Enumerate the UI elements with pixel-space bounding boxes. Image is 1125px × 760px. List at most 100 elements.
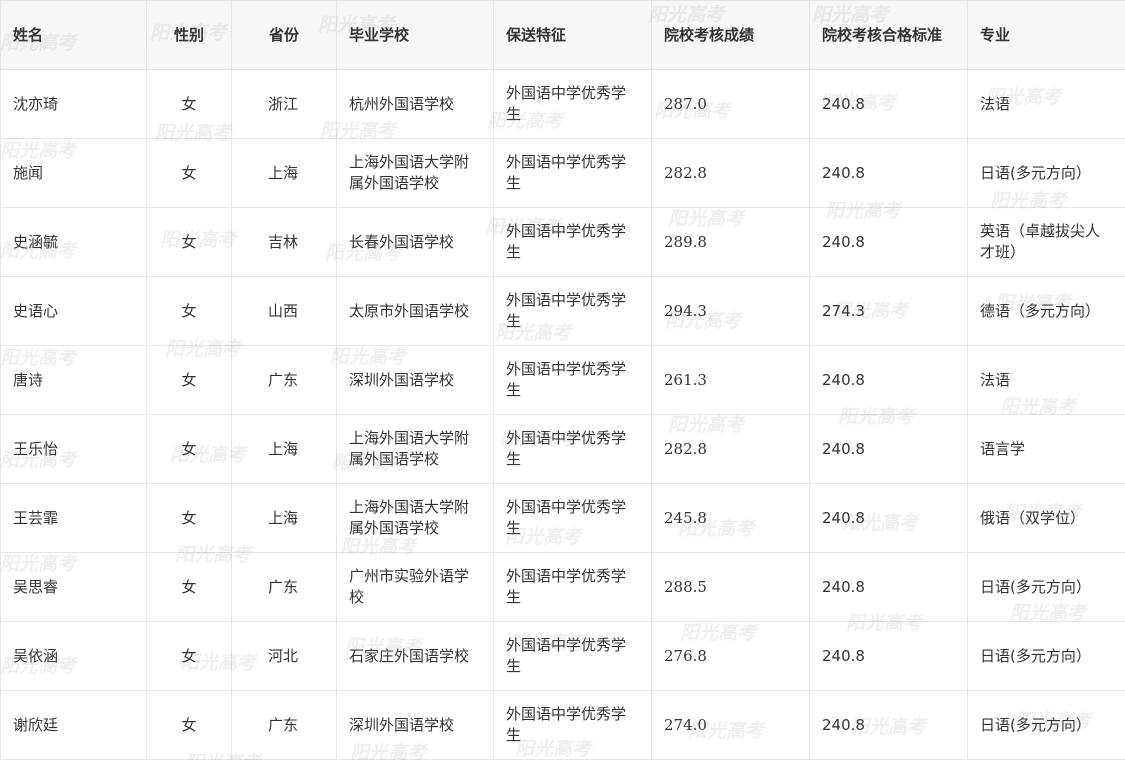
cell-standard: 240.8 [809, 69, 968, 139]
column-header-gender: 性别 [146, 0, 232, 70]
cell-province: 上海 [231, 138, 337, 208]
admission-table: 姓名 性别 省份 毕业学校 保送特征 院校考核成绩 院校考核合格标准 专业 沈亦琦女浙江 杭州外… [0, 0, 1125, 760]
admission-table-container: 姓名 性别 省份 毕业学校 保送特征 院校考核成绩 院校考核合格标准 专业 沈亦琦女浙江 杭州外… [0, 0, 1125, 760]
cell-feature: 外国语中学优秀学生 [493, 690, 652, 760]
cell-standard: 274.3 [809, 276, 968, 346]
cell-school: 石家庄外国语学校 [336, 621, 494, 691]
column-header-school: 毕业学校 [336, 0, 494, 70]
cell-feature: 外国语中学优秀学生 [493, 345, 652, 415]
column-header-score: 院校考核成绩 [651, 0, 810, 70]
cell-gender: 女 [146, 552, 232, 622]
cell-school: 长春外国语学校 [336, 207, 494, 277]
cell-score: 287.0 [651, 69, 810, 139]
cell-standard: 240.8 [809, 552, 968, 622]
cell-major: 日语(多元方向） [967, 690, 1125, 760]
cell-score: 282.8 [651, 138, 810, 208]
cell-gender: 女 [146, 414, 232, 484]
cell-name: 史语心 [0, 276, 147, 346]
cell-score: 274.0 [651, 690, 810, 760]
cell-score: 288.5 [651, 552, 810, 622]
cell-gender: 女 [146, 138, 232, 208]
cell-score: 289.8 [651, 207, 810, 277]
table-row: 史涵毓女吉林 长春外国语学校 外国语中学优秀学生 289.8 240.8 英语（卓越拔尖人… [0, 207, 1125, 277]
cell-standard: 240.8 [809, 207, 968, 277]
cell-gender: 女 [146, 276, 232, 346]
cell-score: 282.8 [651, 414, 810, 484]
table-row: 谢欣廷女广东 深圳外国语学校 外国语中学优秀学生 274.0 240.8 日语(多元方向） [0, 690, 1125, 760]
cell-gender: 女 [146, 621, 232, 691]
cell-gender: 女 [146, 483, 232, 553]
cell-province: 上海 [231, 483, 337, 553]
cell-standard: 240.8 [809, 483, 968, 553]
cell-standard: 240.8 [809, 621, 968, 691]
cell-feature: 外国语中学优秀学生 [493, 552, 652, 622]
table-row: 王芸霏女上海 上海外国语大学附属外国语学校 外国语中学优秀学生 245.8 240.8 俄… [0, 483, 1125, 553]
cell-feature: 外国语中学优秀学生 [493, 483, 652, 553]
table-row: 吴思睿女广东 广州市实验外语学校 外国语中学优秀学生 288.5 240.8 日语(多元方… [0, 552, 1125, 622]
cell-name: 史涵毓 [0, 207, 147, 277]
cell-province: 广东 [231, 690, 337, 760]
cell-name: 王乐怡 [0, 414, 147, 484]
cell-score: 245.8 [651, 483, 810, 553]
cell-name: 施闻 [0, 138, 147, 208]
cell-feature: 外国语中学优秀学生 [493, 69, 652, 139]
cell-name: 吴思睿 [0, 552, 147, 622]
cell-school: 太原市外国语学校 [336, 276, 494, 346]
cell-standard: 240.8 [809, 345, 968, 415]
column-header-province: 省份 [231, 0, 337, 70]
cell-major: 德语（多元方向） [967, 276, 1125, 346]
table-row: 吴依涵女河北 石家庄外国语学校 外国语中学优秀学生 276.8 240.8 日语(多元方向… [0, 621, 1125, 691]
cell-province: 广东 [231, 345, 337, 415]
table-row: 史语心女山西 太原市外国语学校 外国语中学优秀学生 294.3 274.3 德语（多元方向… [0, 276, 1125, 346]
cell-province: 吉林 [231, 207, 337, 277]
cell-major: 日语(多元方向） [967, 138, 1125, 208]
cell-province: 上海 [231, 414, 337, 484]
cell-school: 深圳外国语学校 [336, 690, 494, 760]
cell-province: 山西 [231, 276, 337, 346]
cell-standard: 240.8 [809, 690, 968, 760]
cell-standard: 240.8 [809, 414, 968, 484]
cell-score: 294.3 [651, 276, 810, 346]
cell-major: 英语（卓越拔尖人才班） [967, 207, 1125, 277]
cell-school: 上海外国语大学附属外国语学校 [336, 414, 494, 484]
cell-school: 上海外国语大学附属外国语学校 [336, 483, 494, 553]
column-header-standard: 院校考核合格标准 [809, 0, 968, 70]
table-header-row: 姓名 性别 省份 毕业学校 保送特征 院校考核成绩 院校考核合格标准 专业 [0, 0, 1125, 70]
cell-major: 法语 [967, 69, 1125, 139]
table-body: 沈亦琦女浙江 杭州外国语学校 外国语中学优秀学生 287.0 240.8 法语 施闻女上海上… [0, 69, 1125, 760]
column-header-feature: 保送特征 [493, 0, 652, 70]
cell-feature: 外国语中学优秀学生 [493, 414, 652, 484]
table-row: 沈亦琦女浙江 杭州外国语学校 外国语中学优秀学生 287.0 240.8 法语 [0, 69, 1125, 139]
cell-name: 唐诗 [0, 345, 147, 415]
cell-name: 沈亦琦 [0, 69, 147, 139]
cell-gender: 女 [146, 690, 232, 760]
cell-major: 日语(多元方向） [967, 552, 1125, 622]
cell-major: 日语(多元方向） [967, 621, 1125, 691]
table-row: 施闻女上海 上海外国语大学附属外国语学校 外国语中学优秀学生 282.8 240.8 日语… [0, 138, 1125, 208]
cell-province: 广东 [231, 552, 337, 622]
cell-gender: 女 [146, 207, 232, 277]
cell-major: 法语 [967, 345, 1125, 415]
cell-province: 河北 [231, 621, 337, 691]
cell-major: 俄语（双学位） [967, 483, 1125, 553]
cell-major: 语言学 [967, 414, 1125, 484]
cell-feature: 外国语中学优秀学生 [493, 276, 652, 346]
table-row: 唐诗女广东 深圳外国语学校 外国语中学优秀学生 261.3 240.8 法语 [0, 345, 1125, 415]
cell-feature: 外国语中学优秀学生 [493, 621, 652, 691]
cell-name: 吴依涵 [0, 621, 147, 691]
column-header-major: 专业 [967, 0, 1125, 70]
cell-province: 浙江 [231, 69, 337, 139]
table-row: 王乐怡女上海 上海外国语大学附属外国语学校 外国语中学优秀学生 282.8 240.8 语… [0, 414, 1125, 484]
cell-gender: 女 [146, 345, 232, 415]
column-header-name: 姓名 [0, 0, 147, 70]
cell-school: 深圳外国语学校 [336, 345, 494, 415]
cell-name: 谢欣廷 [0, 690, 147, 760]
cell-school: 上海外国语大学附属外国语学校 [336, 138, 494, 208]
cell-score: 276.8 [651, 621, 810, 691]
cell-feature: 外国语中学优秀学生 [493, 207, 652, 277]
cell-score: 261.3 [651, 345, 810, 415]
cell-name: 王芸霏 [0, 483, 147, 553]
cell-standard: 240.8 [809, 138, 968, 208]
cell-school: 杭州外国语学校 [336, 69, 494, 139]
cell-gender: 女 [146, 69, 232, 139]
